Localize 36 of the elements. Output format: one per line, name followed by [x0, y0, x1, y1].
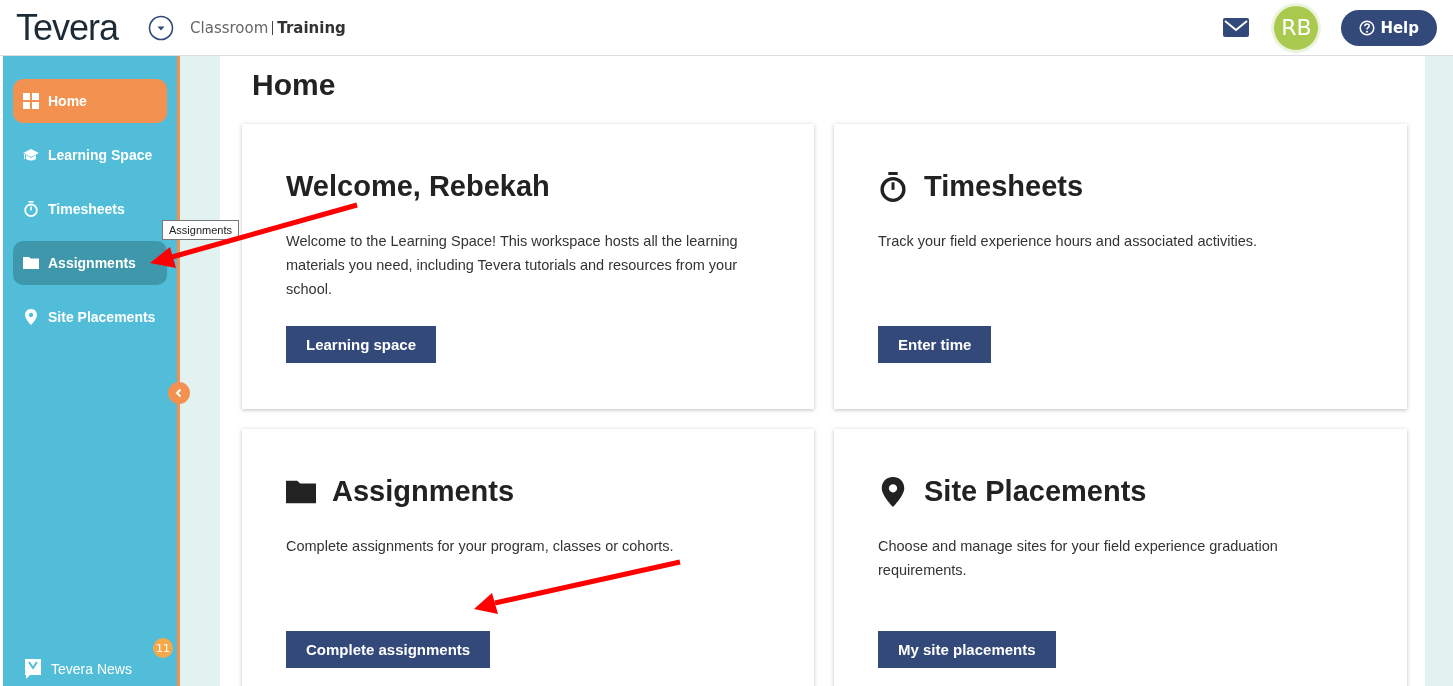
- sidebar-item[interactable]: Learning Space: [13, 133, 167, 177]
- folder-icon: [23, 255, 39, 271]
- graduation-cap-icon: [23, 147, 39, 163]
- grid-icon: [23, 93, 39, 109]
- sidebar-item[interactable]: Assignments: [13, 241, 167, 285]
- sidebar-item[interactable]: Site Placements: [13, 295, 167, 339]
- help-icon: [1359, 19, 1376, 36]
- sidebar-item[interactable]: Home: [13, 79, 167, 123]
- help-button[interactable]: Help: [1341, 9, 1437, 46]
- user-avatar[interactable]: RB: [1271, 2, 1322, 53]
- news-link[interactable]: Tevera News: [25, 652, 132, 686]
- card-button[interactable]: Learning space: [286, 326, 437, 363]
- stopwatch-icon: [23, 201, 39, 217]
- stopwatch-icon: [878, 171, 908, 202]
- card-description: Welcome to the Learning Space! This workspace hosts all the learning materials you need, including Tevera tutorials and resources from your school.: [286, 232, 739, 299]
- tevera-logo: Tevera: [16, 6, 119, 49]
- dropdown-icon[interactable]: [148, 14, 175, 41]
- notification-count: 11: [153, 638, 173, 658]
- card-button[interactable]: Complete assignments: [286, 631, 491, 668]
- map-pin-icon: [23, 309, 39, 325]
- card-title: Site Placements: [924, 475, 1147, 508]
- card-description: Choose and manage sites for your field experience graduation requirements.: [878, 537, 1279, 580]
- card-title: Welcome, Rebekah: [286, 170, 550, 203]
- context-label: Classroom: [190, 18, 269, 37]
- card-button[interactable]: Enter time: [878, 326, 992, 363]
- card-button[interactable]: My site placements: [878, 631, 1056, 668]
- page-title: Home: [252, 68, 337, 102]
- chevron-left-icon: [174, 388, 184, 398]
- mail-icon[interactable]: [1223, 18, 1250, 37]
- card-description: Track your field experience hours and associated activities.: [878, 232, 1258, 251]
- card-description: Complete assignments for your program, classes or cohorts.: [286, 537, 674, 556]
- tooltip: Assignments: [162, 220, 239, 240]
- card-title: Timesheets: [924, 170, 1084, 203]
- card-title: Assignments: [332, 475, 515, 508]
- context-name: Training: [277, 18, 346, 37]
- news-icon: [25, 659, 41, 679]
